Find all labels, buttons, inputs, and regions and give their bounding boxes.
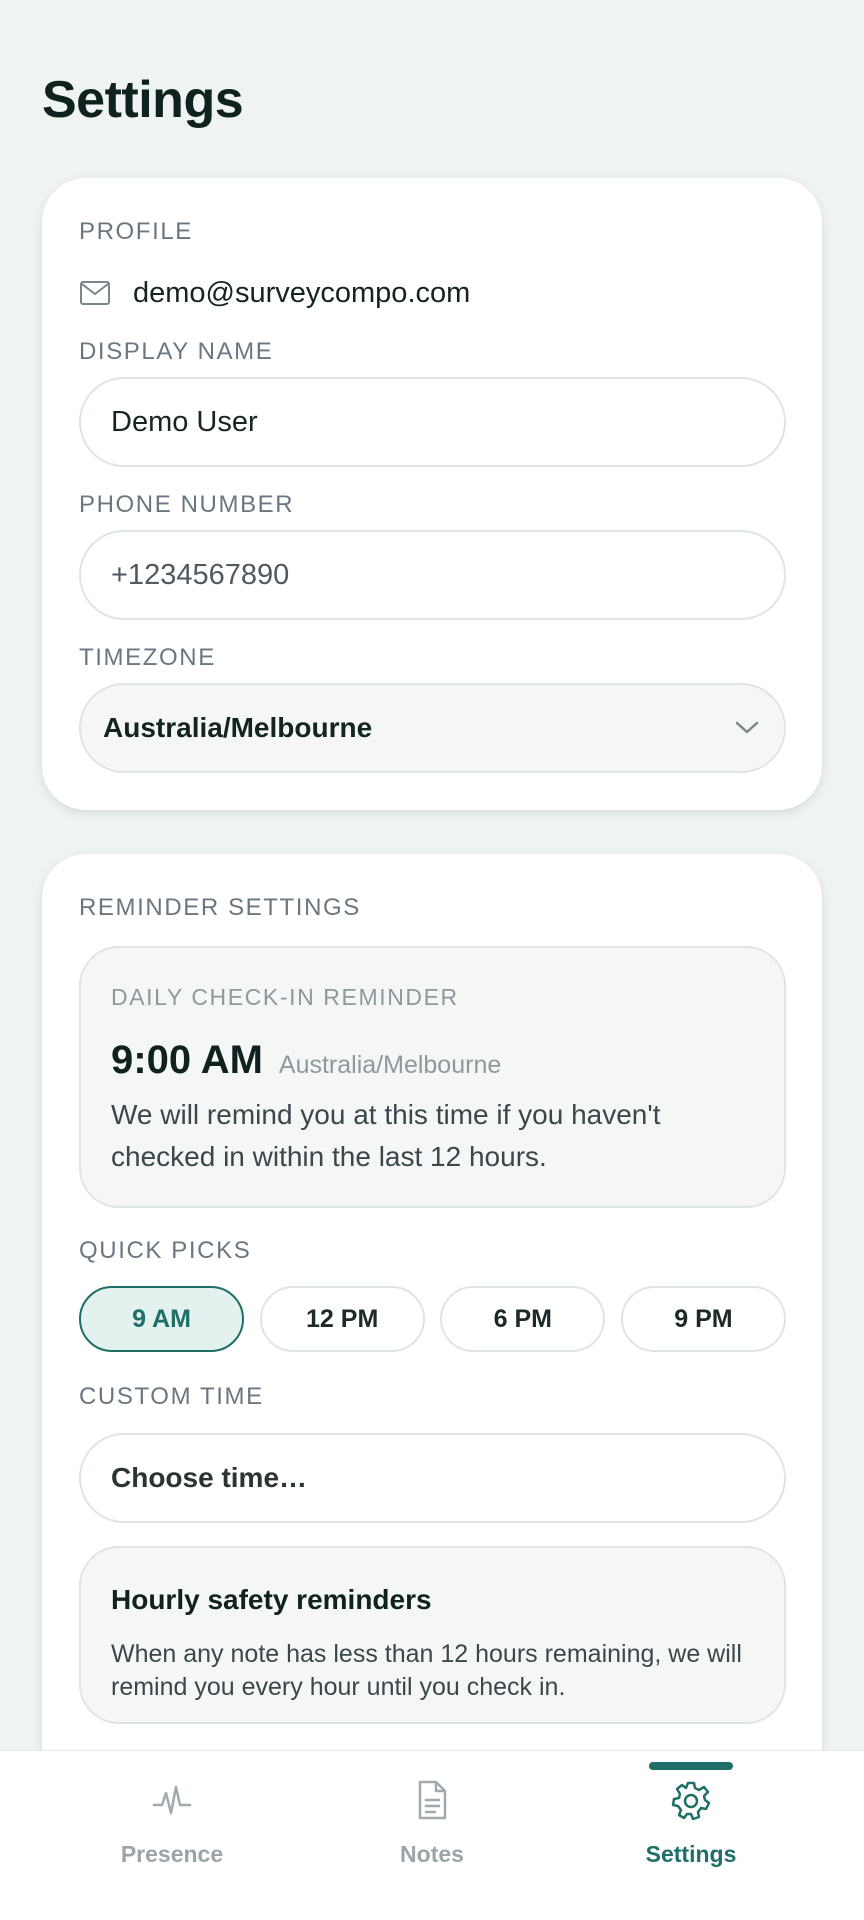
hourly-reminders-title: Hourly safety reminders	[111, 1584, 432, 1615]
quick-picks-row: 9 AM 12 PM 6 PM 9 PM	[79, 1286, 786, 1352]
daily-reminder-time: 9:00 AM	[111, 1038, 263, 1082]
daily-reminder-timezone: Australia/Melbourne	[278, 1051, 502, 1079]
custom-time-label: CUSTOM TIME	[79, 1383, 264, 1410]
nav-item-presence[interactable]: Presence	[28, 1751, 316, 1920]
email-text: demo@surveycompo.com	[133, 276, 471, 309]
reminder-section-label: REMINDER SETTINGS	[79, 894, 361, 921]
quick-picks-label: QUICK PICKS	[79, 1237, 252, 1264]
email-row: demo@surveycompo.com	[79, 276, 470, 310]
timezone-select[interactable]: Australia/Melbourne	[79, 683, 786, 773]
chevron-down-icon	[735, 721, 759, 734]
timezone-value: Australia/Melbourne	[103, 712, 373, 743]
phone-number-field[interactable]: +1234567890	[79, 530, 786, 620]
display-name-label: DISPLAY NAME	[79, 338, 274, 365]
quick-pick-9pm[interactable]: 9 PM	[620, 1286, 786, 1352]
daily-reminder-label: DAILY CHECK-IN REMINDER	[111, 984, 459, 1010]
nav-label-settings: Settings	[645, 1841, 737, 1867]
daily-reminder-description: We will remind you at this time if you h…	[111, 1099, 661, 1172]
quick-pick-9am[interactable]: 9 AM	[79, 1286, 244, 1352]
profile-card: PROFILE demo@surveycompo.com DISPLAY NAM…	[42, 178, 822, 810]
document-icon	[418, 1780, 447, 1820]
nav-item-settings[interactable]: Settings	[547, 1751, 835, 1920]
profile-section-label: PROFILE	[79, 218, 193, 245]
display-name-value: Demo User	[111, 405, 258, 438]
timezone-label: TIMEZONE	[79, 644, 216, 671]
custom-time-placeholder: Choose time…	[111, 1462, 308, 1493]
daily-time-row: 9:00 AM Australia/Melbourne	[111, 1038, 501, 1083]
nav-item-notes[interactable]: Notes	[288, 1751, 576, 1920]
quick-pick-6pm[interactable]: 6 PM	[440, 1286, 606, 1352]
mail-icon	[80, 281, 110, 305]
settings-screen: Settings PROFILE demo@surveycompo.com DI…	[0, 0, 864, 1920]
display-name-field[interactable]: Demo User	[79, 377, 786, 467]
active-tab-indicator	[649, 1762, 733, 1770]
phone-number-label: PHONE NUMBER	[79, 491, 295, 518]
daily-reminder-box: DAILY CHECK-IN REMINDER 9:00 AM Australi…	[79, 946, 786, 1208]
phone-number-value: +1234567890	[111, 558, 290, 591]
pulse-icon	[152, 1785, 192, 1815]
nav-label-presence: Presence	[120, 1841, 224, 1867]
hourly-reminders-box: Hourly safety reminders When any note ha…	[79, 1546, 786, 1724]
bottom-navigation: Presence Notes Settings	[0, 1750, 864, 1920]
hourly-reminders-description: When any note has less than 12 hours rem…	[111, 1640, 742, 1701]
nav-label-notes: Notes	[400, 1841, 464, 1867]
quick-pick-12pm[interactable]: 12 PM	[259, 1286, 425, 1352]
page-title: Settings	[42, 71, 244, 129]
custom-time-picker[interactable]: Choose time…	[79, 1433, 786, 1523]
gear-icon	[671, 1781, 711, 1821]
